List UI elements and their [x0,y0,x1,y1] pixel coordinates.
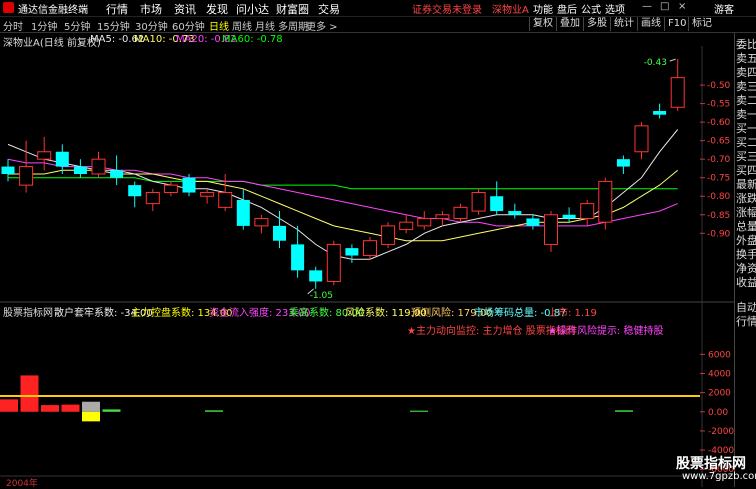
indicator-bar-green [205,410,223,412]
candle-body-down [490,196,504,212]
candle-body-down [236,199,250,226]
high-label: -0.43 [644,58,667,68]
candle-body-up [417,217,432,227]
indicator-bar-green [615,410,633,412]
candle-body-up [670,77,685,108]
sidebar-item-change[interactable]: 涨跌 [736,192,756,205]
candle-body-down [73,166,87,174]
candle-body-down [110,170,124,178]
indicator-tick-label: 6000 [708,350,731,360]
indicator-tick-label: 0.00 [708,408,728,418]
candle-body-up [598,180,613,223]
price-tick-label: -0.75 [707,174,730,184]
candle-body-up [435,214,450,219]
candle-body-up [218,192,233,208]
candle-body-up [326,243,341,282]
sidebar-item-quote[interactable]: 行情 [736,315,756,328]
price-tick-label: -0.60 [707,118,731,128]
candle-body-up [145,192,160,205]
price-tick-label: -0.80 [707,192,731,202]
sidebar-item-sell1[interactable]: 卖一 [736,108,756,121]
candle-body-up [471,192,486,212]
sidebar-item-sell3[interactable]: 卖三 [736,80,756,93]
indicator-bar-red [41,405,59,412]
candle-body-up [580,203,595,219]
sidebar-item-weibi[interactable]: 委比 [736,38,756,51]
indicator-bar-red [20,375,39,412]
indicator-info-bar: 股票指标网 散户套牢系数: -34.00 主力控盘系数: 134.00 资金流入… [0,303,733,319]
sidebar-item-sell2[interactable]: 卖二 [736,94,756,107]
indicator-title: 股票指标网 [3,308,53,319]
indicator-bar-red [61,404,80,412]
candle-body-down [526,218,540,226]
year-label: 2004年 [6,479,38,489]
candle-body-down [508,211,522,215]
candle-body-up [363,240,377,257]
indicator-value-h: 上市: 1.19 [548,308,597,319]
sidebar-item-volume[interactable]: 总量 [736,220,756,233]
sidebar-item-earnings[interactable]: 收益 [736,276,756,289]
indicator-note-2: ★操作风险提示: 稳健持股 [548,326,664,337]
sidebar-item-buy1[interactable]: 买一 [736,122,756,135]
indicator-bar-yellow [82,411,100,422]
watermark-title: 股票指标网 [676,456,746,472]
candle-body-up [163,184,178,194]
price-tick-label: -0.65 [707,137,730,147]
sidebar-item-buy3[interactable]: 买三 [736,150,756,163]
price-tick-label: -0.90 [707,229,731,239]
candle-body-up [399,221,414,231]
sidebar-item-sell4[interactable]: 卖四 [736,66,756,79]
candle-body-down [291,244,305,271]
watermark-url: www.7gpzb.com [682,471,756,482]
candle-body-down [345,248,359,256]
price-tick-label: -0.55 [707,100,730,110]
candle-body-up [254,217,269,227]
candle-body-down [273,225,286,241]
candle-body-down [309,270,323,282]
sidebar-item-buy4[interactable]: 买四 [736,164,756,177]
candle-body-up [200,192,215,197]
price-tick-label: -0.50 [707,81,731,91]
sidebar-item-turnover[interactable]: 换手 [736,248,756,261]
indicator-bar-green [102,409,121,412]
low-label: -1.05 [310,291,333,301]
sidebar-item-sell5[interactable]: 卖五 [736,52,756,65]
candle-body-down [653,111,667,115]
candle-body-up [37,151,52,160]
candle-body-up [544,214,558,245]
candle-body-up [19,166,34,186]
indicator-bar-gray [82,401,100,412]
sidebar-item-change-pct[interactable]: 涨幅 [736,206,756,219]
ma60-line [8,177,678,190]
indicator-tick-label: -2000 [708,427,734,437]
candle-body-down [55,151,69,167]
indicator-tick-label: 2000 [708,389,731,399]
candle-body-up [381,225,396,245]
indicator-tick-label: 4000 [708,370,731,380]
sidebar-item-net-assets[interactable]: 净资 [736,262,756,275]
candle-body-down [182,177,196,193]
candle-body-down [1,166,15,174]
price-tick-label: -0.85 [707,211,730,221]
kline-chart[interactable]: -0.50 -0.55 -0.60 -0.65 -0.70 -0.75 -0.80 -0.85… [0,0,734,487]
candle-body-down [562,214,576,219]
candle-body-down [616,159,630,167]
sidebar-item-auto[interactable]: 自动 [736,301,756,314]
ma20-line [7,158,678,227]
price-tick-label: -0.70 [707,155,731,165]
sidebar-item-latest[interactable]: 最新 [736,178,756,191]
ma10-line [8,169,679,242]
candle-body-up [91,158,106,175]
right-sidebar: 委比 卖五 卖四 卖三 卖二 卖一 买一 买二 买三 买四 最新 涨跌 涨幅 总… [734,33,756,487]
ma5-line [7,129,679,260]
sidebar-item-outer[interactable]: 外盘 [736,234,756,247]
candle-body-up [634,125,649,153]
indicator-bar-red [0,399,18,412]
indicator-bar-green [410,410,428,412]
sidebar-item-buy2[interactable]: 买二 [736,136,756,149]
candle-body-up [453,206,468,219]
high-pointer [669,58,676,62]
candle-body-down [128,185,142,197]
